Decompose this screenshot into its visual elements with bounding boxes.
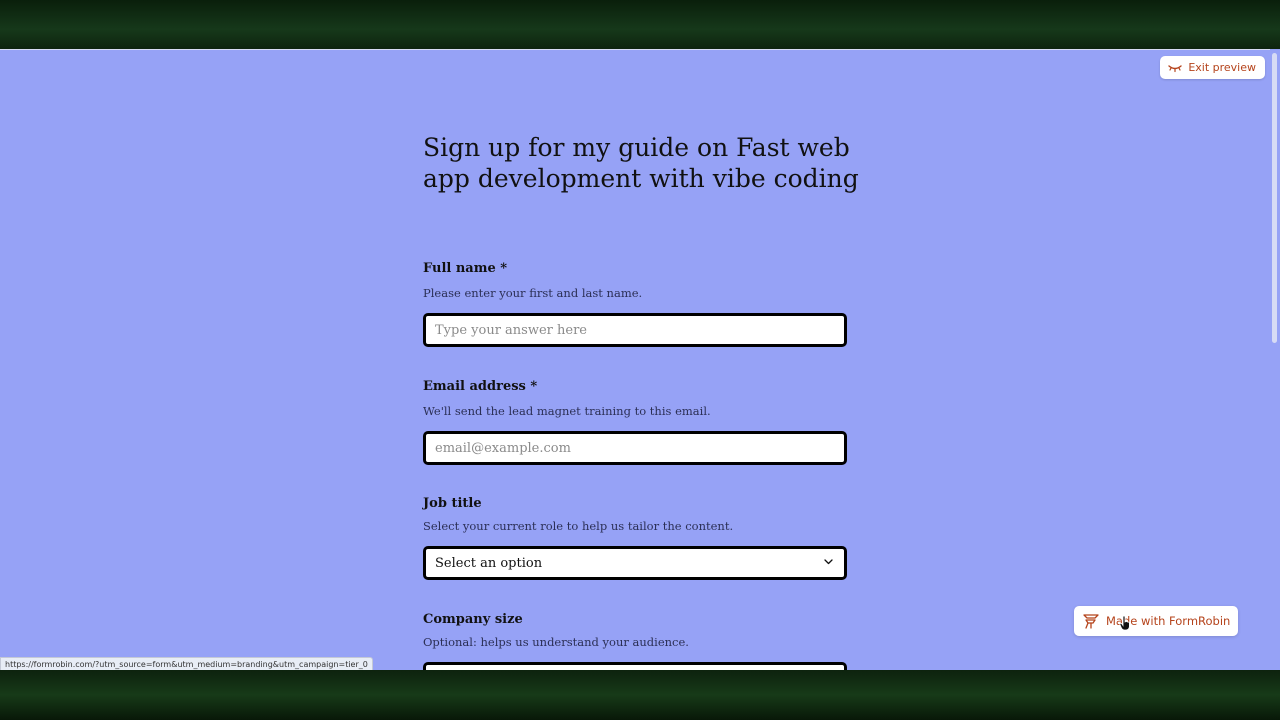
formrobin-logo-icon (1083, 614, 1099, 629)
chevron-down-icon (824, 559, 833, 565)
job-title-selected-value: Select an option (435, 555, 543, 571)
form-preview-page: Exit preview Sign up for my guide on Fas… (0, 49, 1270, 671)
exit-preview-label: Exit preview (1188, 61, 1256, 74)
full-name-help: Please enter your first and last name. (423, 286, 643, 300)
email-label: Email address * (423, 379, 538, 394)
full-name-input[interactable] (423, 313, 847, 347)
desktop-background-bottom (0, 670, 1280, 720)
made-with-formrobin-badge[interactable]: Made with FormRobin (1074, 606, 1238, 636)
job-title-help: Select your current role to help us tail… (423, 519, 734, 533)
job-title-label: Job title (423, 496, 482, 511)
email-input[interactable] (423, 431, 847, 465)
form-title: Sign up for my guide on Fast web app dev… (423, 133, 859, 193)
page-scrollbar[interactable] (1270, 49, 1280, 670)
email-help: We'll send the lead magnet training to t… (423, 404, 711, 418)
job-title-select[interactable]: Select an option (423, 546, 847, 580)
company-size-label: Company size (423, 612, 523, 627)
exit-preview-button[interactable]: Exit preview (1160, 56, 1265, 79)
full-name-label: Full name * (423, 261, 508, 276)
company-size-help: Optional: helps us understand your audie… (423, 635, 689, 649)
hand-cursor-icon (1119, 615, 1130, 631)
eye-closed-icon (1168, 64, 1183, 72)
scrollbar-thumb[interactable] (1272, 53, 1277, 343)
desktop-background-top (0, 0, 1280, 49)
